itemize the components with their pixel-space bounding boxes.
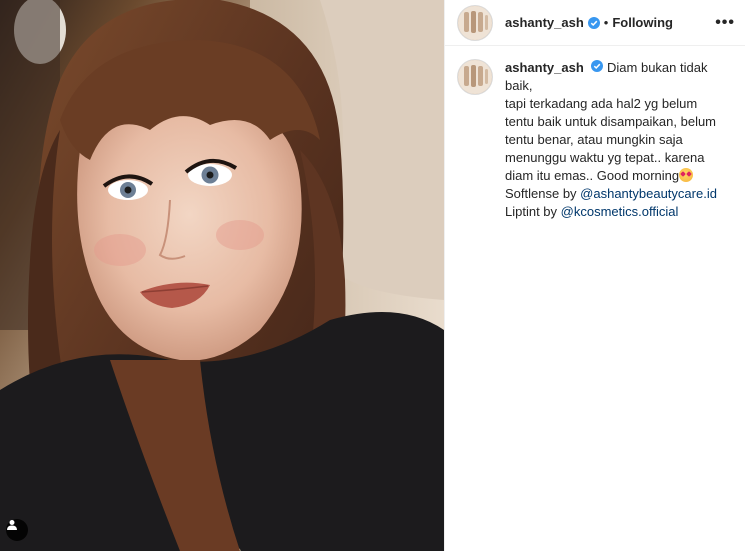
profile-avatar[interactable] [457, 4, 493, 41]
header-username[interactable]: ashanty_ash [505, 15, 584, 30]
verified-badge-icon [587, 16, 600, 29]
liptint-prefix: Liptint by [505, 204, 561, 219]
header-separator: • [603, 15, 609, 30]
selfie-illustration [0, 0, 444, 551]
user-tag-button[interactable] [6, 519, 28, 541]
softlense-prefix: Softlense by [505, 186, 581, 201]
caption-line-6: diam itu emas.. Good morning [505, 168, 680, 183]
following-button[interactable]: Following [612, 15, 673, 30]
liptint-mention-link[interactable]: @kcosmetics.official [561, 204, 679, 219]
avatar-image [458, 60, 492, 94]
instagram-post: ashanty_ash • Following ••• ashanty_ash … [0, 0, 745, 551]
caption-line-2: tapi terkadang ada hal2 yg belum [505, 96, 698, 111]
caption-text: ashanty_ash Diam bukan tidak baik, tapi … [505, 59, 733, 221]
person-icon [7, 520, 17, 530]
caption-line-5: menunggu waktu yg tepat.. karena [505, 150, 705, 165]
caption-line-3: tentu baik untuk disampaikan, belum [505, 114, 717, 129]
caption-avatar[interactable] [457, 59, 493, 95]
avatar-image [458, 5, 492, 40]
more-options-icon[interactable]: ••• [715, 14, 735, 32]
verified-badge-icon [591, 60, 604, 72]
star-struck-emoji-icon [679, 168, 694, 182]
post-photo[interactable] [0, 0, 444, 551]
softlense-mention-link[interactable]: @ashantybeautycare.id [580, 186, 717, 201]
post-caption: ashanty_ash Diam bukan tidak baik, tapi … [445, 46, 745, 221]
post-side-panel: ashanty_ash • Following ••• ashanty_ash … [444, 0, 745, 551]
caption-username[interactable]: ashanty_ash [505, 60, 584, 75]
post-header: ashanty_ash • Following ••• [445, 0, 745, 46]
caption-line-4: tentu benar, atau mungkin saja [505, 132, 683, 147]
